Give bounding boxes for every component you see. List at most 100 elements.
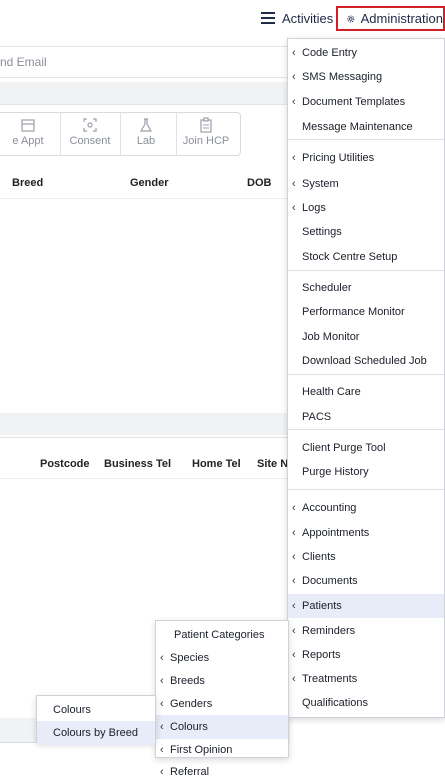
menu-separator: [288, 429, 444, 430]
admin-menu-item-clients[interactable]: ‹ Clients: [288, 545, 444, 569]
patients-menu-item-label: First Opinion: [170, 744, 233, 756]
admin-menu-item-patients[interactable]: ‹ Patients: [288, 594, 444, 618]
admin-menu-item-settings[interactable]: Settings: [288, 220, 444, 244]
column-dob[interactable]: DOB: [247, 177, 271, 189]
chevron-left-icon: ‹: [160, 652, 164, 664]
admin-menu-item-pricing-utilities[interactable]: ‹ Pricing Utilities: [288, 146, 444, 170]
admin-menu-item-treatments[interactable]: ‹ Treatments: [288, 667, 444, 691]
admin-menu-item-logs[interactable]: ‹ Logs: [288, 196, 444, 220]
column-gender[interactable]: Gender: [130, 177, 169, 189]
admin-menu-item-label: Job Monitor: [302, 331, 360, 343]
patients-menu-item-referral[interactable]: ‹ Referral: [156, 760, 288, 784]
admin-menu-item-job-monitor[interactable]: Job Monitor: [288, 325, 444, 349]
admin-menu-item-label: Stock Centre Setup: [302, 251, 398, 263]
chevron-left-icon: ‹: [160, 721, 164, 733]
admin-menu-item-label: Logs: [302, 202, 326, 214]
action-toolbar: e Appt Consent Lab Join HCP: [0, 112, 241, 156]
admin-menu-item-stock-centre-setup[interactable]: Stock Centre Setup: [288, 245, 444, 269]
admin-menu-item-health-care[interactable]: Health Care: [288, 380, 444, 404]
section-strip: [0, 82, 290, 105]
colours-menu-item-label: Colours by Breed: [53, 727, 138, 739]
admin-menu-item-reminders[interactable]: ‹ Reminders: [288, 619, 444, 643]
admin-menu-item-reports[interactable]: ‹ Reports: [288, 643, 444, 667]
chevron-left-icon: ‹: [292, 649, 296, 661]
patients-menu-item-breeds[interactable]: ‹ Breeds: [156, 669, 288, 693]
admin-menu-item-scheduler[interactable]: Scheduler: [288, 276, 444, 300]
admin-menu-item-label: SMS Messaging: [302, 71, 383, 83]
chevron-left-icon: ‹: [292, 625, 296, 637]
admin-menu-item-label: Patients: [302, 600, 342, 612]
toolbar-divider: [60, 113, 61, 155]
patients-menu-item-label: Genders: [170, 698, 213, 710]
admin-menu-item-pacs[interactable]: PACS: [288, 405, 444, 429]
admin-menu-item-label: Purge History: [302, 466, 369, 478]
admin-menu-item-code-entry[interactable]: ‹ Code Entry: [288, 41, 444, 65]
admin-menu-item-label: Accounting: [302, 502, 357, 514]
gear-icon: [347, 15, 355, 22]
admin-menu-item-message-maintenance[interactable]: Message Maintenance: [288, 115, 444, 139]
admin-menu-item-label: Download Scheduled Job: [302, 355, 427, 367]
menu-separator: [288, 374, 444, 375]
patients-menu-item-species[interactable]: ‹ Species: [156, 646, 288, 670]
chevron-left-icon: ‹: [160, 698, 164, 710]
lab-button[interactable]: Lab: [118, 113, 174, 155]
admin-menu-item-label: Code Entry: [302, 47, 358, 59]
admin-menu-item-document-templates[interactable]: ‹ Document Templates: [288, 90, 444, 114]
section-strip: [0, 413, 290, 435]
colours-menu-item-label: Colours: [53, 704, 91, 716]
admin-menu-item-label: Qualifications: [302, 697, 369, 709]
patients-menu-item-label: Patient Categories: [174, 629, 265, 641]
administration-button[interactable]: Administration: [336, 6, 445, 31]
admin-menu-item-purge-history[interactable]: Purge History: [288, 460, 444, 484]
consent-button[interactable]: Consent: [62, 113, 118, 155]
admin-menu-item-client-purge-tool[interactable]: Client Purge Tool: [288, 436, 444, 460]
colours-menu-item-colours[interactable]: Colours: [37, 698, 155, 722]
lab-label: Lab: [136, 135, 156, 147]
activities-button[interactable]: Activities: [260, 8, 333, 28]
patients-menu-item-colours[interactable]: ‹ Colours: [156, 715, 288, 739]
patients-menu-item-first-opinion[interactable]: ‹ First Opinion: [156, 738, 288, 762]
admin-menu-item-qualifications[interactable]: Qualifications: [288, 691, 444, 715]
join-hcp-button[interactable]: Join HCP: [176, 113, 236, 155]
admin-menu-item-label: Pricing Utilities: [302, 152, 375, 164]
admin-menu-item-label: Message Maintenance: [302, 121, 413, 133]
admin-menu-item-appointments[interactable]: ‹ Appointments: [288, 521, 444, 545]
chevron-left-icon: ‹: [292, 551, 296, 563]
join-hcp-label: Join HCP: [182, 135, 230, 147]
chevron-left-icon: ‹: [292, 673, 296, 685]
colours-menu-item-colours-by-breed[interactable]: Colours by Breed: [37, 721, 155, 745]
scan-icon: [83, 118, 97, 132]
patients-menu-item-patient-categories[interactable]: Patient Categories: [156, 623, 288, 647]
chevron-left-icon: ‹: [292, 575, 296, 587]
admin-menu-item-label: Reports: [302, 649, 341, 661]
appt-button[interactable]: e Appt: [0, 113, 56, 155]
admin-menu-item-download-scheduled-job[interactable]: Download Scheduled Job: [288, 349, 444, 373]
admin-menu-item-label: Appointments: [302, 527, 370, 539]
chevron-left-icon: ‹: [160, 675, 164, 687]
admin-menu-item-label: Clients: [302, 551, 336, 563]
chevron-left-icon: ‹: [292, 178, 296, 190]
admin-menu-item-label: Performance Monitor: [302, 306, 405, 318]
admin-menu-item-accounting[interactable]: ‹ Accounting: [288, 496, 444, 520]
admin-menu-item-system[interactable]: ‹ System: [288, 172, 444, 196]
admin-menu-item-sms-messaging[interactable]: ‹ SMS Messaging: [288, 65, 444, 89]
activities-label: Activities: [282, 10, 334, 26]
appt-label: e Appt: [12, 135, 44, 147]
admin-menu-item-documents[interactable]: ‹ Documents: [288, 569, 444, 593]
column-postcode[interactable]: Postcode: [40, 458, 90, 470]
admin-menu-item-performance-monitor[interactable]: Performance Monitor: [288, 300, 444, 324]
chevron-left-icon: ‹: [160, 766, 164, 778]
patients-menu-item-label: Species: [170, 652, 210, 664]
column-home-tel[interactable]: Home Tel: [192, 458, 241, 470]
chevron-left-icon: ‹: [292, 202, 296, 214]
admin-menu-item-label: System: [302, 178, 339, 190]
column-business-tel[interactable]: Business Tel: [104, 458, 171, 470]
column-breed[interactable]: Breed: [12, 177, 43, 189]
column-site[interactable]: Site N: [257, 458, 288, 470]
send-email-label[interactable]: nd Email: [0, 55, 47, 69]
patients-menu-item-genders[interactable]: ‹ Genders: [156, 692, 288, 716]
chevron-left-icon: ‹: [292, 47, 296, 59]
administration-label: Administration: [360, 11, 443, 26]
patients-menu-item-label: Colours: [170, 721, 208, 733]
menu-separator: [288, 270, 444, 271]
